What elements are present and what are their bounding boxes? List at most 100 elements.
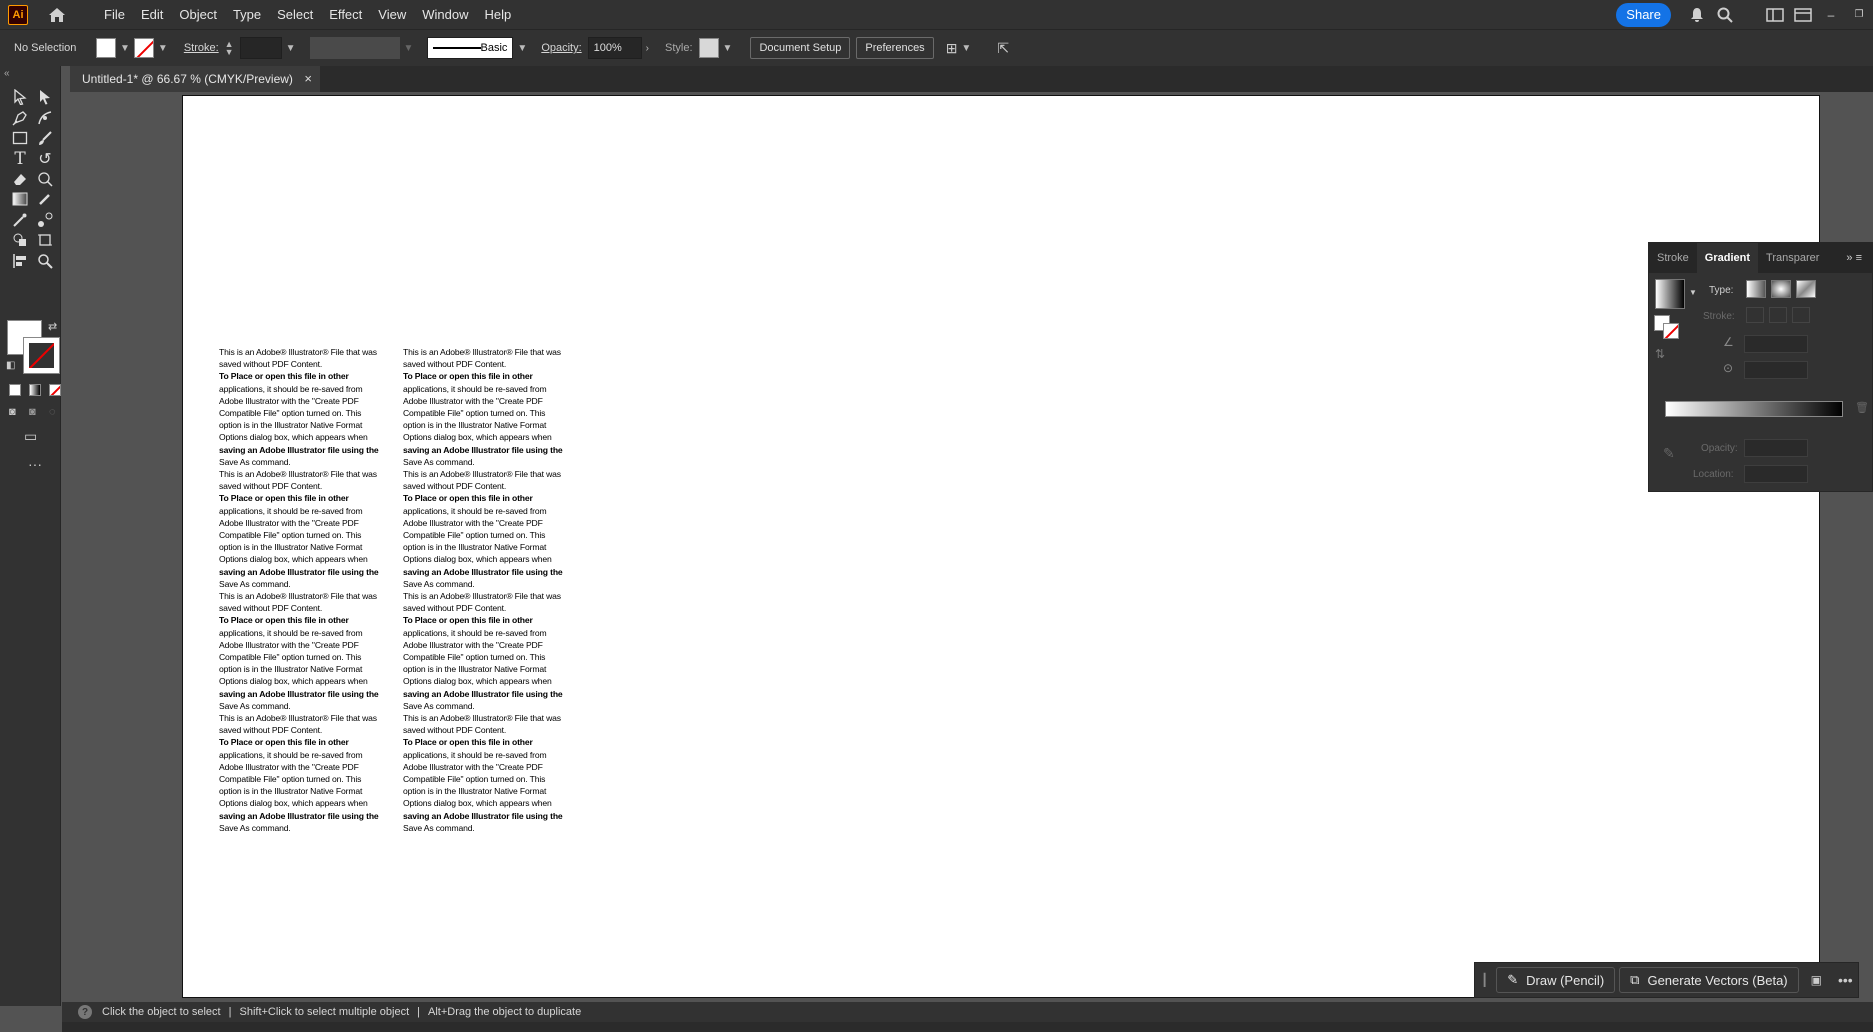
draw-inside-icon[interactable]: ◌ [49, 406, 56, 418]
blend-tool-icon[interactable] [33, 209, 57, 231]
paintbrush-tool-icon[interactable] [33, 127, 57, 149]
export-icon[interactable]: ⇱ [997, 40, 1009, 57]
menu-type[interactable]: Type [225, 0, 269, 29]
placeholder-text-block[interactable]: This is an Adobe® Illustrator® File that… [403, 712, 583, 834]
canvas-area[interactable]: This is an Adobe® Illustrator® File that… [62, 92, 1873, 1002]
opacity-field[interactable]: 100% [587, 37, 642, 59]
menu-window[interactable]: Window [414, 0, 476, 29]
document-tab[interactable]: Untitled-1* @ 66.67 % (CMYK/Preview) × [70, 66, 320, 92]
image-settings-icon[interactable]: ▣ [1811, 973, 1822, 987]
rotate-tool-icon[interactable]: ↺ [33, 148, 57, 170]
more-options-icon[interactable]: ••• [1838, 972, 1853, 988]
stroke-across-icon[interactable] [1792, 307, 1810, 323]
tab-transparency[interactable]: Transparer [1758, 243, 1827, 273]
menu-file[interactable]: File [96, 0, 133, 29]
eyedropper-variant-icon[interactable] [33, 188, 57, 210]
stroke-within-icon[interactable] [1746, 307, 1764, 323]
angle-dropdown[interactable] [1744, 335, 1808, 353]
aspect-ratio-dropdown[interactable] [1744, 361, 1808, 379]
align-icon[interactable] [8, 250, 32, 272]
freeform-gradient-button[interactable] [1796, 280, 1816, 298]
placeholder-text-block[interactable]: This is an Adobe® Illustrator® File that… [219, 712, 399, 834]
gradient-preview-swatch[interactable] [1655, 279, 1685, 309]
chevron-down-icon[interactable]: ▼ [1689, 288, 1697, 297]
eyedropper-icon[interactable]: ✎ [1663, 445, 1675, 462]
menu-effect[interactable]: Effect [321, 0, 370, 29]
stop-location-dropdown[interactable] [1744, 465, 1808, 483]
menu-object[interactable]: Object [171, 0, 225, 29]
reverse-gradient-icon[interactable]: ⇅ [1655, 347, 1665, 361]
arrange-icon[interactable] [1789, 0, 1817, 29]
chevron-down-icon[interactable]: ▼ [723, 43, 733, 54]
home-icon[interactable] [46, 4, 68, 26]
draw-pencil-button[interactable]: ✎ Draw (Pencil) [1496, 967, 1616, 993]
chevron-down-icon[interactable]: ▼ [404, 43, 414, 54]
placeholder-text-block[interactable]: This is an Adobe® Illustrator® File that… [219, 590, 399, 712]
chevron-down-icon[interactable]: ▼ [961, 43, 971, 54]
preferences-button[interactable]: Preferences [856, 37, 934, 59]
brush-definition[interactable]: Basic [427, 37, 514, 59]
chevron-down-icon[interactable]: ▼ [286, 43, 296, 54]
placeholder-text-block[interactable]: This is an Adobe® Illustrator® File that… [403, 346, 583, 468]
style-swatch[interactable] [698, 38, 719, 58]
swap-colors-icon[interactable]: ⇄ [48, 320, 57, 333]
stroke-along-icon[interactable] [1769, 307, 1787, 323]
minimize-icon[interactable]: – [1817, 0, 1845, 29]
eyedropper-tool-icon[interactable] [8, 209, 32, 231]
linear-gradient-button[interactable] [1746, 280, 1766, 298]
warp-tool-icon[interactable] [33, 168, 57, 190]
color-mode-icon[interactable] [9, 384, 21, 396]
close-icon[interactable]: × [304, 71, 312, 86]
rectangle-tool-icon[interactable] [8, 127, 32, 149]
chevron-down-icon[interactable]: ▼ [120, 43, 130, 54]
arrange-documents-icon[interactable]: ⊞ [946, 40, 958, 57]
stroke-stepper-icon[interactable]: ▲ ▼ [225, 40, 234, 57]
gradient-mode-icon[interactable] [29, 384, 41, 396]
screen-mode-icon[interactable]: ▭ [24, 428, 37, 445]
share-button[interactable]: Share [1616, 2, 1671, 27]
chevron-right-icon[interactable]: › [646, 43, 649, 54]
curvature-tool-icon[interactable] [33, 107, 57, 129]
document-setup-button[interactable]: Document Setup [750, 37, 851, 59]
opacity-label[interactable]: Opacity: [541, 42, 581, 54]
type-tool-icon[interactable]: T [8, 148, 32, 170]
none-mode-icon[interactable] [49, 384, 61, 396]
gradient-stroke-box[interactable] [1663, 323, 1679, 339]
shape-builder-icon[interactable] [8, 229, 32, 251]
stop-opacity-dropdown[interactable] [1744, 439, 1808, 457]
artboard-tool-icon[interactable] [33, 229, 57, 251]
placeholder-text-block[interactable]: This is an Adobe® Illustrator® File that… [219, 346, 399, 468]
placeholder-text-block[interactable]: This is an Adobe® Illustrator® File that… [403, 590, 583, 712]
pen-tool-icon[interactable] [8, 107, 32, 129]
stroke-label[interactable]: Stroke: [184, 42, 219, 54]
direct-selection-tool-icon[interactable] [33, 86, 57, 108]
menu-help[interactable]: Help [476, 0, 519, 29]
stroke-weight-field[interactable] [239, 37, 282, 59]
artboard[interactable]: This is an Adobe® Illustrator® File that… [182, 95, 1820, 998]
bell-icon[interactable] [1683, 0, 1711, 29]
eraser-tool-icon[interactable] [8, 168, 32, 190]
gradient-slider[interactable] [1665, 401, 1843, 417]
placeholder-text-block[interactable]: This is an Adobe® Illustrator® File that… [219, 468, 399, 590]
menu-select[interactable]: Select [269, 0, 321, 29]
more-tools-icon[interactable]: ··· [28, 456, 42, 472]
collapse-icon[interactable]: « [4, 68, 10, 79]
chevron-down-icon[interactable]: ▼ [158, 43, 168, 54]
draw-normal-icon[interactable]: ◙ [9, 406, 16, 418]
drag-handle-icon[interactable]: ┃ [1481, 973, 1488, 987]
placeholder-text-block[interactable]: This is an Adobe® Illustrator® File that… [403, 468, 583, 590]
restore-icon[interactable]: ❐ [1845, 0, 1873, 29]
search-icon[interactable] [1711, 0, 1739, 29]
chevron-down-icon[interactable]: ▼ [517, 43, 527, 54]
help-icon[interactable]: ? [78, 1005, 92, 1019]
fill-swatch[interactable] [96, 38, 116, 58]
tab-stroke[interactable]: Stroke [1649, 243, 1697, 273]
menu-edit[interactable]: Edit [133, 0, 171, 29]
generate-vectors-button[interactable]: ⧉ Generate Vectors (Beta) [1619, 967, 1799, 993]
workspace-icon[interactable] [1761, 0, 1789, 29]
gradient-tool-icon[interactable] [8, 188, 32, 210]
tab-gradient[interactable]: Gradient [1696, 243, 1759, 273]
selection-tool-icon[interactable] [8, 86, 32, 108]
stroke-color-box[interactable] [23, 337, 60, 374]
panel-menu-icon[interactable]: » ≡ [1846, 252, 1862, 264]
